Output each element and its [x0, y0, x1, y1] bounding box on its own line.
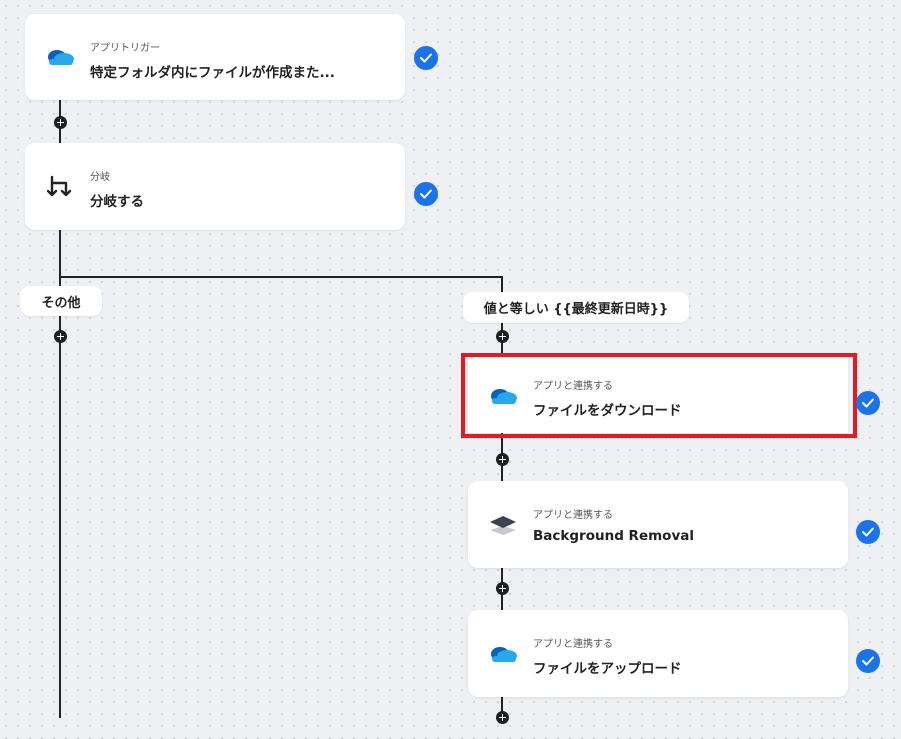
branch-label-else[interactable]: その他	[20, 286, 102, 316]
onedrive-cloud-icon	[45, 48, 75, 70]
step-card-trigger[interactable]: アプリトリガー 特定フォルダ内にファイルが作成また...	[25, 14, 405, 100]
add-step-button[interactable]	[54, 330, 67, 343]
branch-icon	[46, 175, 73, 203]
onedrive-cloud-icon	[488, 645, 518, 667]
branch-label-condition[interactable]: 値と等しい {{最終更新日時}}	[463, 292, 689, 323]
add-step-button[interactable]	[496, 711, 509, 724]
step-subtitle: アプリと連携する	[533, 639, 613, 650]
step-subtitle: アプリと連携する	[533, 510, 613, 521]
status-check-icon	[856, 391, 880, 415]
add-step-button[interactable]	[496, 330, 509, 343]
step-title: ファイルをアップロード	[533, 661, 682, 677]
step-subtitle: 分岐	[90, 172, 110, 183]
step-title: Background Removal	[533, 528, 694, 544]
status-check-icon	[414, 46, 438, 70]
layers-icon	[489, 514, 517, 540]
step-card-branch[interactable]: 分岐 分岐する	[25, 143, 405, 230]
status-check-icon	[856, 520, 880, 544]
step-subtitle: アプリトリガー	[90, 43, 160, 54]
step-card-background-removal[interactable]: アプリと連携する Background Removal	[468, 481, 848, 568]
step-title: 分岐する	[90, 194, 144, 210]
add-step-button[interactable]	[496, 582, 509, 595]
step-card-upload[interactable]: アプリと連携する ファイルをアップロード	[468, 610, 848, 697]
connector-horizontal-split	[59, 276, 503, 278]
status-check-icon	[414, 182, 438, 206]
add-step-button[interactable]	[54, 116, 67, 129]
step-title: 特定フォルダ内にファイルが作成また...	[90, 65, 335, 81]
add-step-button[interactable]	[496, 453, 509, 466]
highlight-box	[461, 353, 857, 438]
status-check-icon	[856, 649, 880, 673]
